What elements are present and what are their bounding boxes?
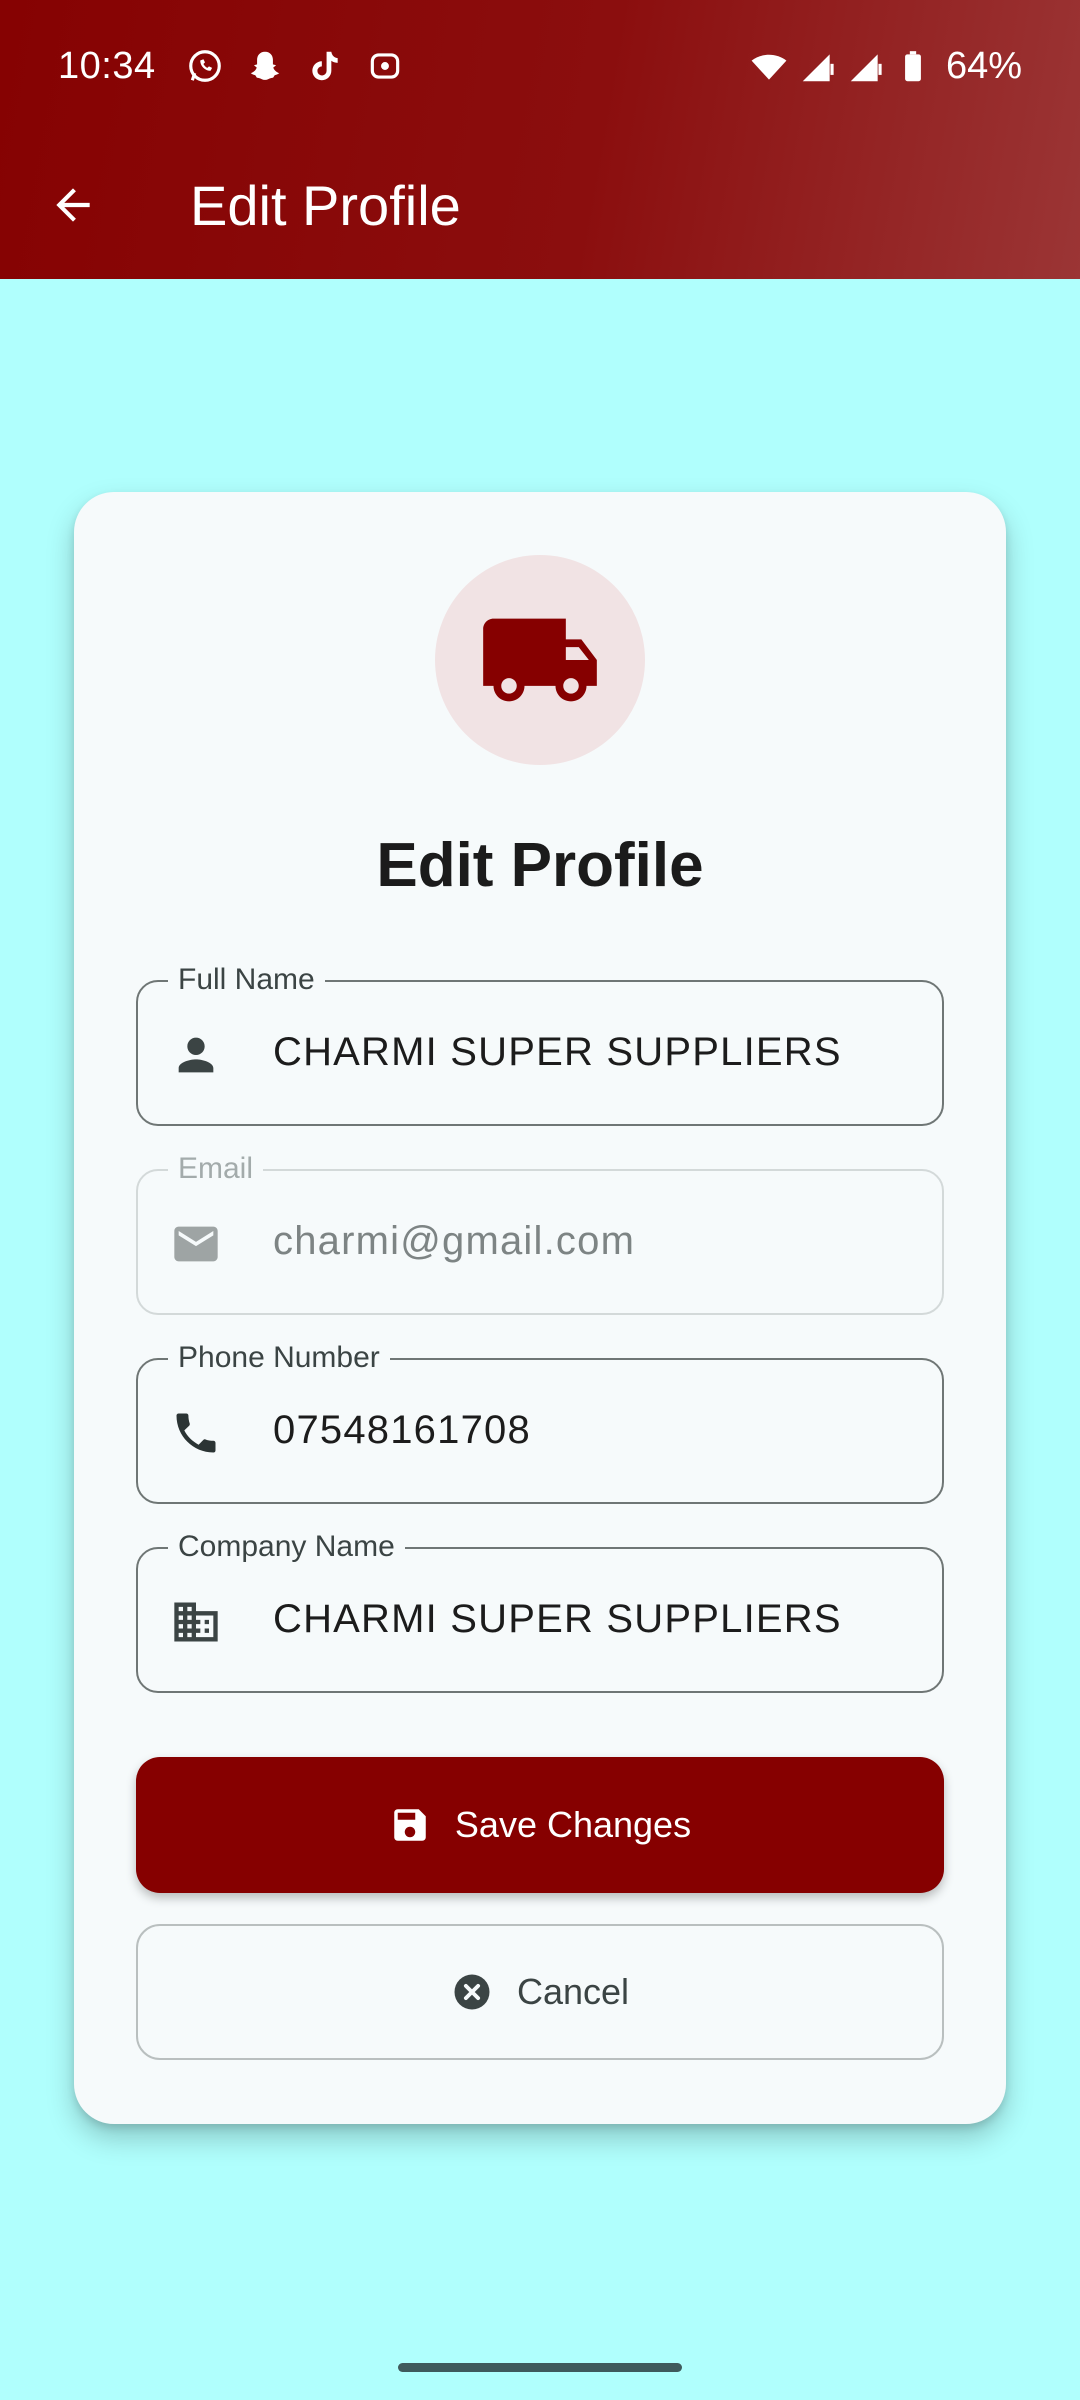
- signal-icon: [798, 47, 836, 85]
- signal-icon: [846, 47, 884, 85]
- status-bar: 10:34 64%: [0, 0, 1080, 132]
- toolbar-title: Edit Profile: [190, 173, 461, 237]
- full-name-input[interactable]: CHARMI SUPER SUPPLIERS: [273, 982, 842, 1123]
- save-changes-button[interactable]: Save Changes: [136, 1757, 944, 1893]
- toolbar: Edit Profile: [0, 150, 1080, 260]
- email-input: charmi@gmail.com: [273, 1219, 636, 1263]
- media-icon: [366, 47, 404, 85]
- cancel-icon: [451, 1971, 493, 2013]
- tiktok-icon: [306, 47, 344, 85]
- save-changes-label: Save Changes: [454, 1804, 692, 1845]
- cancel-label: Cancel: [516, 1971, 630, 2012]
- snapchat-icon: [246, 47, 284, 85]
- page-title: Edit Profile: [376, 831, 704, 900]
- save-icon: [389, 1804, 431, 1846]
- status-time: 10:34: [58, 44, 156, 87]
- person-icon: [170, 1029, 222, 1081]
- app-bar: 10:34 64% Edit Profile: [0, 0, 1080, 279]
- email-field: Email charmi@gmail.com: [136, 1151, 944, 1315]
- battery-percentage: 64%: [945, 44, 1022, 87]
- email-label: Email: [168, 1151, 264, 1187]
- phone-field[interactable]: Phone Number 07548161708: [136, 1340, 944, 1504]
- phone-input[interactable]: 07548161708: [273, 1360, 531, 1501]
- phone-icon: [170, 1407, 222, 1459]
- wifi-icon: [750, 47, 788, 85]
- full-name-field[interactable]: Full Name CHARMI SUPER SUPPLIERS: [136, 962, 944, 1126]
- whatsapp-icon: [186, 47, 224, 85]
- home-indicator[interactable]: [398, 2363, 682, 2372]
- company-field[interactable]: Company Name CHARMI SUPER SUPPLIERS: [136, 1529, 944, 1693]
- back-button[interactable]: [25, 157, 121, 253]
- mail-icon: [170, 1218, 222, 1270]
- battery-icon: [894, 47, 932, 85]
- company-input[interactable]: CHARMI SUPER SUPPLIERS: [273, 1549, 842, 1690]
- truck-icon: [483, 618, 597, 702]
- cancel-button[interactable]: Cancel: [136, 1924, 944, 2060]
- avatar: [435, 555, 645, 765]
- arrow-back-icon: [56, 188, 90, 222]
- edit-profile-card: Edit Profile Full Name CHARMI SUPER SUPP…: [74, 492, 1006, 2124]
- business-icon: [170, 1596, 222, 1648]
